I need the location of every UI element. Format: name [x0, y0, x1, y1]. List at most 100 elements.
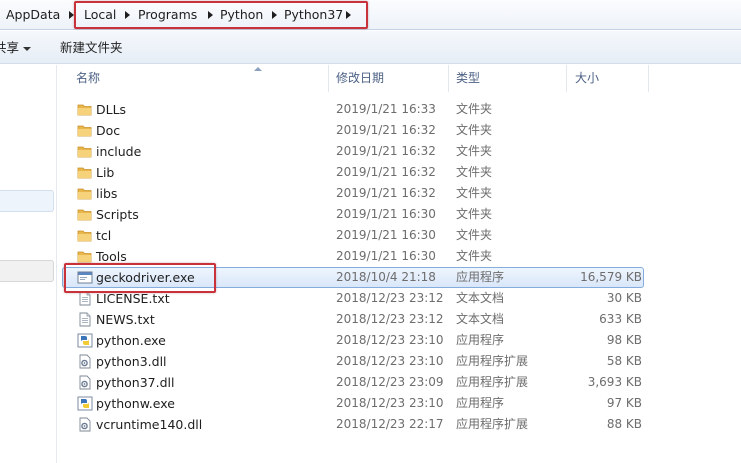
- folder-icon: [77, 102, 93, 117]
- file-modified-date: 2019/1/21 16:32: [336, 186, 436, 200]
- file-modified-date: 2019/1/21 16:30: [336, 207, 436, 221]
- file-row[interactable]: python3.dll 2018/12/23 23:10 应用程序扩展 58 KB: [58, 351, 741, 372]
- file-modified-date: 2018/12/23 23:09: [336, 375, 444, 389]
- share-dropdown-icon[interactable]: [23, 47, 31, 51]
- file-name: Doc: [96, 123, 121, 138]
- file-row[interactable]: python37.dll 2018/12/23 23:09 应用程序扩展 3,693 …: [58, 372, 741, 393]
- python-icon: [77, 333, 93, 348]
- text-document-icon: [77, 291, 93, 306]
- file-type: 文件夹: [456, 228, 493, 242]
- column-divider[interactable]: [648, 65, 649, 92]
- file-size: 633 KB: [599, 312, 642, 326]
- folder-icon: [77, 249, 93, 264]
- file-row[interactable]: include 2019/1/21 16:32 文件夹: [58, 141, 741, 162]
- file-type: 文件夹: [456, 123, 493, 137]
- file-modified-date: 2019/1/21 16:32: [336, 123, 436, 137]
- file-size: 58 KB: [606, 354, 642, 368]
- file-type: 文件夹: [456, 165, 493, 179]
- file-name: pythonw.exe: [96, 396, 175, 411]
- folder-icon: [77, 165, 93, 180]
- share-label: 共享: [0, 40, 19, 55]
- folder-icon: [77, 144, 93, 159]
- text-document-icon: [77, 312, 93, 327]
- file-modified-date: 2018/10/4 21:18: [336, 270, 436, 284]
- file-modified-date: 2019/1/21 16:30: [336, 249, 436, 263]
- file-row[interactable]: vcruntime140.dll 2018/12/23 22:17 应用程序扩展 88…: [58, 414, 741, 435]
- python-icon: [77, 396, 93, 411]
- column-header-type[interactable]: 类型: [456, 70, 480, 86]
- file-size: 3,693 KB: [587, 375, 642, 389]
- column-header-size[interactable]: 大小: [575, 70, 599, 86]
- file-type: 应用程序扩展: [456, 417, 529, 431]
- file-modified-date: 2018/12/23 23:10: [336, 396, 444, 410]
- command-toolbar: 共享 新建文件夹: [0, 31, 741, 64]
- file-type: 应用程序: [456, 270, 505, 284]
- folder-icon: [77, 207, 93, 222]
- share-button[interactable]: 共享: [0, 40, 19, 56]
- file-type: 应用程序扩展: [456, 354, 529, 368]
- file-name: NEWS.txt: [96, 312, 155, 327]
- file-row[interactable]: NEWS.txt 2018/12/23 23:12 文本文档 633 KB: [58, 309, 741, 330]
- file-size: 98 KB: [606, 333, 642, 347]
- dll-gear-icon: [77, 375, 93, 390]
- file-type: 文本文档: [456, 291, 505, 305]
- breadcrumb-appdata[interactable]: AppData: [6, 7, 60, 23]
- file-type: 文件夹: [456, 102, 493, 116]
- file-name: tcl: [96, 228, 112, 243]
- file-row[interactable]: Doc 2019/1/21 16:32 文件夹: [58, 120, 741, 141]
- nav-item-selected[interactable]: [0, 190, 54, 212]
- file-type: 应用程序扩展: [456, 375, 529, 389]
- file-modified-date: 2018/12/23 23:12: [336, 312, 444, 326]
- file-name: vcruntime140.dll: [96, 417, 203, 432]
- column-header-date[interactable]: 修改日期: [336, 70, 384, 86]
- column-divider[interactable]: [566, 65, 567, 92]
- nav-item-secondary[interactable]: [0, 260, 54, 282]
- file-name: python3.dll: [96, 354, 167, 369]
- file-modified-date: 2018/12/23 22:17: [336, 417, 444, 431]
- annotation-highlight-path: [74, 1, 368, 29]
- file-type: 应用程序: [456, 396, 505, 410]
- file-type: 文件夹: [456, 144, 493, 158]
- file-modified-date: 2019/1/21 16:32: [336, 165, 436, 179]
- file-size: 97 KB: [606, 396, 642, 410]
- file-size: 30 KB: [606, 291, 642, 305]
- file-row[interactable]: DLLs 2019/1/21 16:33 文件夹: [58, 99, 741, 120]
- file-row[interactable]: libs 2019/1/21 16:32 文件夹: [58, 183, 741, 204]
- column-divider[interactable]: [448, 65, 449, 92]
- file-name: Tools: [96, 249, 127, 264]
- file-name: include: [96, 144, 142, 159]
- annotation-highlight-geckodriver: [64, 263, 216, 293]
- file-size: 88 KB: [606, 417, 642, 431]
- dll-gear-icon: [77, 417, 93, 432]
- new-folder-button[interactable]: 新建文件夹: [60, 40, 123, 56]
- dll-gear-icon: [77, 354, 93, 369]
- column-divider[interactable]: [328, 65, 329, 92]
- file-name: libs: [96, 186, 118, 201]
- file-type: 文件夹: [456, 207, 493, 221]
- file-type: 文件夹: [456, 186, 493, 200]
- file-name: DLLs: [96, 102, 127, 117]
- file-type: 文本文档: [456, 312, 505, 326]
- file-row[interactable]: Scripts 2019/1/21 16:30 文件夹: [58, 204, 741, 225]
- folder-icon: [77, 186, 93, 201]
- folder-icon: [77, 123, 93, 138]
- column-header-name[interactable]: 名称: [76, 70, 100, 86]
- file-modified-date: 2019/1/21 16:32: [336, 144, 436, 158]
- file-name: python.exe: [96, 333, 166, 348]
- column-header-bar: 名称 修改日期 类型 大小: [58, 65, 741, 92]
- file-name: LICENSE.txt: [96, 291, 170, 306]
- file-size: 16,579 KB: [580, 270, 642, 284]
- file-row[interactable]: Lib 2019/1/21 16:32 文件夹: [58, 162, 741, 183]
- file-modified-date: 2019/1/21 16:33: [336, 102, 436, 116]
- file-row[interactable]: pythonw.exe 2018/12/23 23:10 应用程序 97 KB: [58, 393, 741, 414]
- file-modified-date: 2019/1/21 16:30: [336, 228, 436, 242]
- file-type: 文件夹: [456, 249, 493, 263]
- folder-icon: [77, 228, 93, 243]
- file-row[interactable]: python.exe 2018/12/23 23:10 应用程序 98 KB: [58, 330, 741, 351]
- sort-ascending-icon: [254, 67, 262, 71]
- file-name: Scripts: [96, 207, 139, 222]
- navigation-pane[interactable]: [0, 65, 57, 463]
- file-modified-date: 2018/12/23 23:10: [336, 333, 444, 347]
- file-row[interactable]: tcl 2019/1/21 16:30 文件夹: [58, 225, 741, 246]
- file-modified-date: 2018/12/23 23:10: [336, 354, 444, 368]
